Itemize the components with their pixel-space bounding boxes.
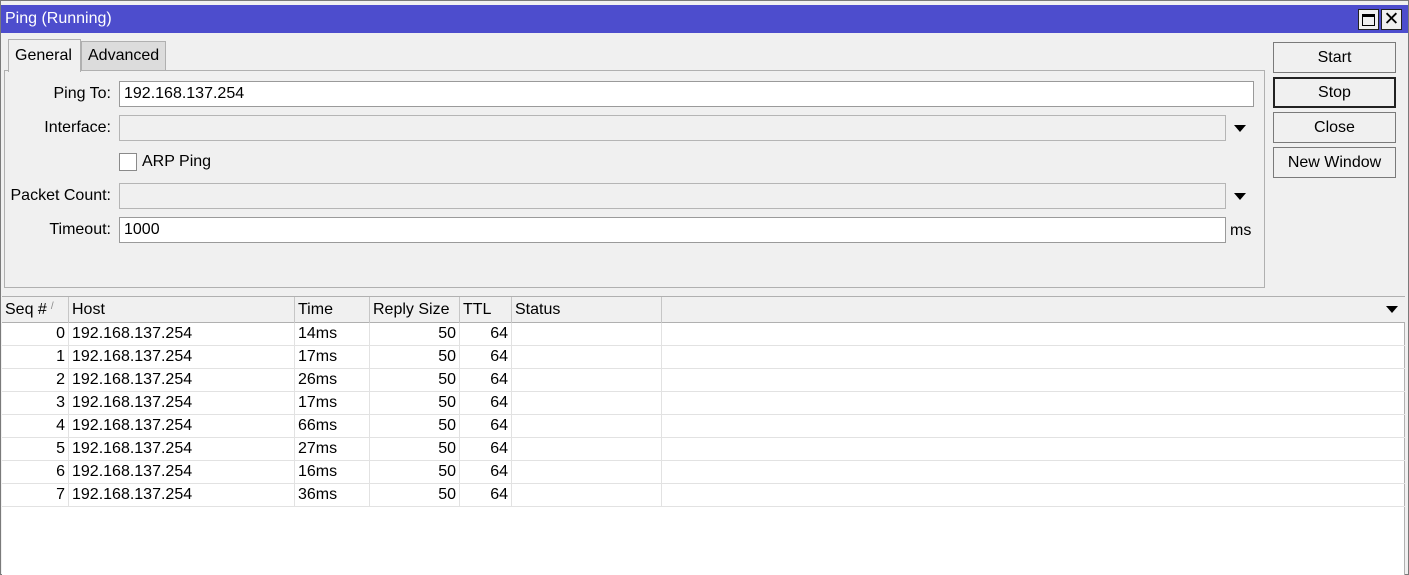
tab-advanced[interactable]: Advanced: [81, 41, 166, 71]
cell-seq: 5: [2, 438, 69, 461]
cell-reply-size: 50: [370, 415, 460, 438]
cell-time: 16ms: [295, 461, 370, 484]
timeout-unit: ms: [1230, 222, 1252, 239]
cell-ttl: 64: [460, 461, 512, 484]
table-header: Seq # / Host Time Reply Size TTL Status: [2, 297, 1405, 323]
results-table: Seq # / Host Time Reply Size TTL Status 0…: [2, 296, 1405, 575]
cell-host: 192.168.137.254: [69, 346, 295, 369]
cell-host: 192.168.137.254: [69, 438, 295, 461]
cell-time: 26ms: [295, 369, 370, 392]
cell-time: 17ms: [295, 346, 370, 369]
cell-seq: 4: [2, 415, 69, 438]
cell-time: 66ms: [295, 415, 370, 438]
close-window-button[interactable]: ✕: [1381, 9, 1402, 30]
sort-indicator: /: [50, 301, 54, 312]
cell-status: [512, 415, 662, 438]
cell-ttl: 64: [460, 369, 512, 392]
cell-time: 27ms: [295, 438, 370, 461]
cell-seq: 6: [2, 461, 69, 484]
cell-seq: 0: [2, 323, 69, 346]
packet-count-dropdown-toggle[interactable]: [1228, 183, 1252, 207]
cell-ttl: 64: [460, 438, 512, 461]
cell-reply-size: 50: [370, 484, 460, 507]
cell-host: 192.168.137.254: [69, 392, 295, 415]
new-window-button[interactable]: New Window: [1273, 147, 1396, 178]
table-row[interactable]: 1 192.168.137.254 17ms 50 64: [2, 346, 1405, 369]
cell-ttl: 64: [460, 323, 512, 346]
cell-reply-size: 50: [370, 346, 460, 369]
ping-to-label: Ping To:: [53, 85, 111, 102]
cell-status: [512, 484, 662, 507]
cell-host: 192.168.137.254: [69, 323, 295, 346]
table-row[interactable]: 7 192.168.137.254 36ms 50 64: [2, 484, 1405, 507]
table-row[interactable]: 2 192.168.137.254 26ms 50 64: [2, 369, 1405, 392]
arp-ping-checkbox[interactable]: [119, 153, 137, 171]
table-row[interactable]: 0 192.168.137.254 14ms 50 64: [2, 323, 1405, 346]
chevron-down-icon: [1234, 125, 1246, 132]
cell-status: [512, 369, 662, 392]
table-row[interactable]: 3 192.168.137.254 17ms 50 64: [2, 392, 1405, 415]
title-bar[interactable]: Ping (Running) ✕: [1, 5, 1408, 33]
cell-status: [512, 461, 662, 484]
ping-to-input[interactable]: 192.168.137.254: [119, 81, 1254, 107]
cell-time: 36ms: [295, 484, 370, 507]
tab-general[interactable]: General: [8, 39, 81, 72]
window-title: Ping (Running): [5, 10, 112, 27]
cell-status: [512, 346, 662, 369]
cell-status: [512, 392, 662, 415]
cell-ttl: 64: [460, 346, 512, 369]
arp-ping-label: ARP Ping: [142, 153, 212, 170]
cell-status: [512, 438, 662, 461]
interface-select[interactable]: [119, 115, 1226, 141]
table-row[interactable]: 4 192.168.137.254 66ms 50 64: [2, 415, 1405, 438]
column-header-host[interactable]: Host: [69, 297, 295, 323]
close-button[interactable]: Close: [1273, 112, 1396, 143]
cell-time: 14ms: [295, 323, 370, 346]
column-menu-icon[interactable]: [1386, 306, 1398, 313]
column-header-time[interactable]: Time: [295, 297, 370, 323]
table-row[interactable]: 5 192.168.137.254 27ms 50 64: [2, 438, 1405, 461]
column-header-ttl[interactable]: TTL: [460, 297, 512, 323]
cell-host: 192.168.137.254: [69, 415, 295, 438]
cell-ttl: 64: [460, 392, 512, 415]
maximize-button[interactable]: [1358, 9, 1379, 30]
cell-host: 192.168.137.254: [69, 484, 295, 507]
cell-host: 192.168.137.254: [69, 369, 295, 392]
column-header-status[interactable]: Status: [512, 297, 662, 323]
timeout-input[interactable]: 1000: [119, 217, 1226, 243]
cell-seq: 7: [2, 484, 69, 507]
packet-count-label: Packet Count:: [10, 187, 112, 204]
column-header-label: Seq #: [5, 301, 47, 318]
cell-reply-size: 50: [370, 392, 460, 415]
column-header-reply-size[interactable]: Reply Size: [370, 297, 460, 323]
cell-reply-size: 50: [370, 438, 460, 461]
cell-seq: 3: [2, 392, 69, 415]
timeout-label: Timeout:: [49, 221, 111, 238]
cell-reply-size: 50: [370, 461, 460, 484]
cell-seq: 2: [2, 369, 69, 392]
start-button[interactable]: Start: [1273, 42, 1396, 73]
cell-status: [512, 323, 662, 346]
cell-reply-size: 50: [370, 369, 460, 392]
ping-window: Ping (Running) ✕ General Advanced Ping T…: [0, 0, 1409, 575]
maximize-icon: [1362, 13, 1375, 26]
cell-seq: 1: [2, 346, 69, 369]
packet-count-select[interactable]: [119, 183, 1226, 209]
column-header-seq[interactable]: Seq # /: [2, 297, 69, 323]
cell-reply-size: 50: [370, 323, 460, 346]
chevron-down-icon: [1234, 193, 1246, 200]
cell-host: 192.168.137.254: [69, 461, 295, 484]
close-icon: ✕: [1383, 8, 1400, 30]
cell-time: 17ms: [295, 392, 370, 415]
cell-ttl: 64: [460, 484, 512, 507]
table-row[interactable]: 6 192.168.137.254 16ms 50 64: [2, 461, 1405, 484]
stop-button[interactable]: Stop: [1273, 77, 1396, 108]
interface-label: Interface:: [44, 119, 111, 136]
cell-ttl: 64: [460, 415, 512, 438]
interface-dropdown-toggle[interactable]: [1228, 115, 1252, 139]
